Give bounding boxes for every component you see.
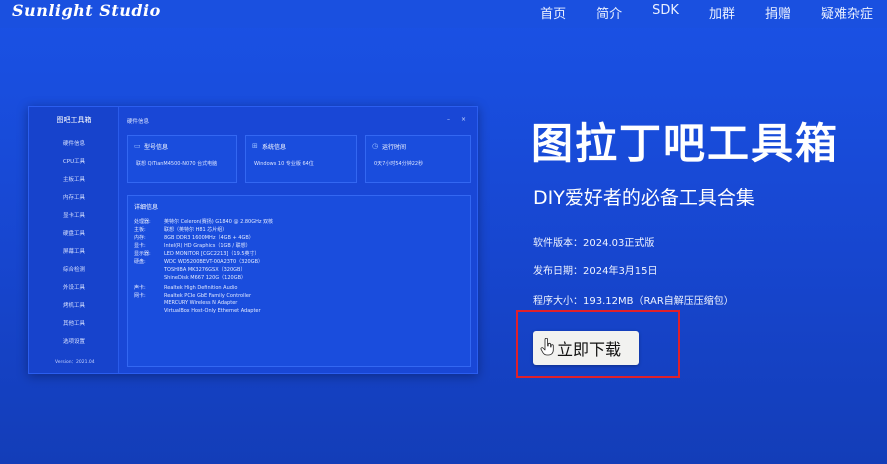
nav-join-group[interactable]: 加群 [709, 3, 735, 22]
detail-value: VirtualBox Host-Only Ethernet Adapter [164, 308, 261, 314]
app-sidebar-item: 硬盘工具 [62, 231, 85, 237]
app-sidebar-item: 主板工具 [62, 177, 85, 183]
detail-value: 联想（英特尔 H81 芯片组） [164, 227, 228, 233]
nav-sdk[interactable]: SDK [652, 3, 679, 22]
detail-label: 硬盘: [134, 259, 146, 265]
main-nav: 首页 简介 SDK 加群 捐赠 疑难杂症 [510, 3, 873, 22]
nav-home[interactable]: 首页 [540, 3, 566, 22]
detail-row: 硬盘: WDC WD5200BEVT-00A23T0（320GB） [134, 258, 263, 265]
product-title: 图拉丁吧工具箱 [531, 119, 840, 168]
software-version: 软件版本：2024.03正式版 [533, 238, 655, 249]
app-main-title: 硬件信息 [127, 119, 150, 125]
app-sidebar-item: 外设工具 [62, 285, 85, 291]
detail-info-panel: 详细信息 处理器: 英特尔 Celeron(赛扬) G1840 @ 2.80GHz… [127, 195, 471, 367]
detail-row: 显示器: LED MONITOR [CGC2213]（19.5英寸） [134, 250, 260, 257]
detail-value: ShineDisk M667 120G（120GB） [164, 275, 247, 281]
top-header: Sunlight Studio 首页 简介 SDK 加群 捐赠 疑难杂症 [0, 0, 887, 28]
download-button-label: 立即下载 [556, 340, 621, 359]
detail-label: 显卡: [134, 243, 146, 249]
detail-value: 英特尔 Celeron(赛扬) G1840 @ 2.80GHz 双核 [164, 219, 274, 225]
card-title: 运行时间 [382, 144, 407, 151]
detail-label: 声卡: [134, 285, 146, 291]
detail-value: Realtek PCIe GbE Family Controller [164, 293, 252, 299]
release-date: 发布日期：2024年3月15日 [533, 266, 658, 277]
card-title: 型号信息 [144, 144, 169, 151]
nav-intro[interactable]: 简介 [596, 3, 622, 22]
detail-value: LED MONITOR [CGC2213]（19.5英寸） [164, 251, 260, 257]
detail-value: WDC WD5200BEVT-00A23T0（320GB） [164, 259, 264, 265]
detail-value: Intel(R) HD Graphics（1GB / 联想） [164, 243, 251, 249]
app-sidebar-item: 综合检测 [62, 267, 85, 273]
detail-value: TOSHIBA MK3276GSX（320GB） [164, 267, 246, 273]
detail-value: Realtek High Definition Audio [164, 285, 238, 291]
app-sidebar-item: 屏幕工具 [62, 249, 85, 255]
detail-row: 声卡: Realtek High Definition Audio [134, 284, 237, 291]
minimize-icon: – [447, 116, 450, 123]
download-button[interactable]: 立即下载 [533, 331, 639, 365]
app-sidebar-item: 选项设置 [62, 339, 85, 345]
app-sidebar-item: CPU工具 [62, 159, 86, 165]
close-icon: × [461, 116, 467, 123]
detail-row: ShineDisk M667 120G（120GB） [134, 274, 246, 281]
app-sidebar-item: 显卡工具 [62, 213, 85, 219]
card-value: 联想 QiTianM4500-N070 台式电脑 [136, 161, 218, 167]
detail-row: 显卡: Intel(R) HD Graphics（1GB / 联想） [134, 242, 251, 249]
detail-label: 网卡: [134, 293, 146, 299]
card-title: 系统信息 [262, 144, 287, 151]
detail-row: 主板: 联想（英特尔 H81 芯片组） [134, 226, 227, 233]
detail-value: MERCURY Wireless N Adapter [164, 300, 238, 306]
windows-icon: ⊞ [252, 142, 258, 150]
app-version: Version：2021.04 [55, 360, 95, 365]
system-info-card: ⊞ 系统信息 Windows 10 专业版 64位 [245, 135, 357, 183]
app-sidebar-title: 图吧工具箱 [56, 116, 92, 124]
detail-label: 处理器: [134, 219, 151, 225]
detail-label: 主板: [134, 227, 146, 233]
detail-row: 处理器: 英特尔 Celeron(赛扬) G1840 @ 2.80GHz 双核 [134, 218, 273, 225]
card-value: 0天7小时54分钟22秒 [374, 161, 424, 167]
detail-row: MERCURY Wireless N Adapter [134, 300, 237, 306]
product-subtitle: DIY爱好者的必备工具合集 [533, 187, 755, 209]
detail-row: 网卡: Realtek PCIe GbE Family Controller [134, 292, 251, 299]
detail-label: 显示器: [134, 251, 151, 257]
app-preview-screenshot: 图吧工具箱 硬件信息 CPU工具 主板工具 内存工具 显卡工具 硬盘工具 屏幕工… [28, 106, 478, 374]
detail-value: 8GB DDR3 1600MHz（4GB + 4GB） [164, 235, 254, 241]
nav-faq[interactable]: 疑难杂症 [821, 3, 873, 22]
uptime-card: ◷ 运行时间 0天7小时54分钟22秒 [365, 135, 471, 183]
hand-cursor-icon [540, 338, 554, 356]
detail-row: VirtualBox Host-Only Ethernet Adapter [134, 308, 261, 314]
nav-donate[interactable]: 捐赠 [765, 3, 791, 22]
app-sidebar-item: 硬件信息 [62, 141, 85, 147]
app-sidebar-item: 内存工具 [62, 195, 85, 201]
monitor-icon: ▭ [134, 142, 141, 150]
program-size: 程序大小：193.12MB（RAR自解压压缩包） [533, 296, 734, 307]
card-value: Windows 10 专业版 64位 [254, 161, 314, 167]
app-sidebar-item: 烤机工具 [62, 303, 85, 309]
detail-label: 内存: [134, 235, 146, 241]
detail-row: 内存: 8GB DDR3 1600MHz（4GB + 4GB） [134, 234, 254, 241]
detail-title: 详细信息 [134, 204, 159, 211]
site-logo[interactable]: Sunlight Studio [12, 1, 161, 20]
clock-icon: ◷ [372, 142, 379, 150]
model-info-card: ▭ 型号信息 联想 QiTianM4500-N070 台式电脑 [127, 135, 237, 183]
app-sidebar-item: 其他工具 [62, 321, 85, 327]
detail-row: TOSHIBA MK3276GSX（320GB） [134, 266, 245, 273]
app-sidebar: 图吧工具箱 硬件信息 CPU工具 主板工具 内存工具 显卡工具 硬盘工具 屏幕工… [29, 107, 119, 373]
